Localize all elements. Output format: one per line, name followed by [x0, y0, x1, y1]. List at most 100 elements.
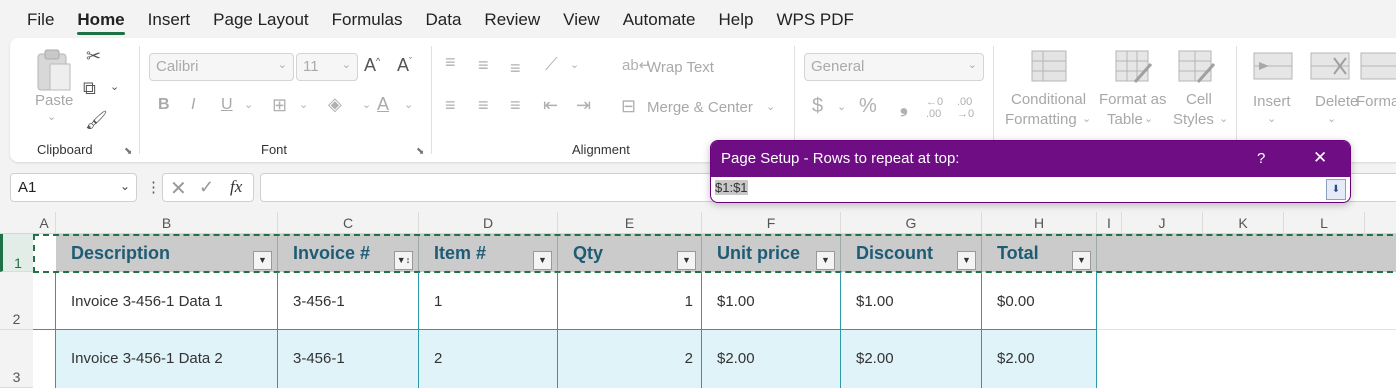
table-cell[interactable]: $2.00: [982, 330, 1097, 388]
table-cell[interactable]: 3-456-1: [278, 330, 419, 388]
column-header-i[interactable]: I: [1097, 212, 1122, 234]
format-cells-button[interactable]: Forma: [1356, 93, 1396, 110]
menu-page-layout[interactable]: Page Layout: [213, 0, 308, 38]
table-cell[interactable]: $0.00: [982, 272, 1097, 330]
column-header-f[interactable]: F: [702, 212, 841, 234]
cell-styles-dropdown-icon[interactable]: ⌄: [1219, 112, 1228, 125]
format-as-table-label-1[interactable]: Format as: [1099, 91, 1167, 108]
row-header-3[interactable]: 3: [0, 330, 33, 388]
orientation-dropdown-icon[interactable]: ⌄: [570, 58, 579, 71]
borders-dropdown-icon[interactable]: ⌄: [299, 98, 308, 111]
format-table-dropdown-icon[interactable]: ⌄: [1144, 112, 1153, 125]
increase-decimal-icon[interactable]: ←0 .00: [926, 96, 952, 120]
clipboard-launcher-icon[interactable]: ⬊: [124, 146, 132, 157]
align-right-icon[interactable]: ≡: [510, 95, 521, 116]
grow-font-icon[interactable]: A^: [364, 55, 380, 76]
merge-center-button[interactable]: Merge & Center: [647, 99, 753, 116]
table-cell[interactable]: $1.00: [702, 272, 841, 330]
decrease-indent-icon[interactable]: ⇤: [543, 95, 558, 116]
format-painter-icon[interactable]: 🖌: [85, 110, 108, 131]
more-options-icon[interactable]: ⋮: [146, 178, 161, 196]
format-as-table-label-2[interactable]: Table: [1107, 111, 1143, 128]
conditional-formatting-label-2[interactable]: Formatting: [1005, 111, 1077, 128]
cut-icon[interactable]: ✂: [86, 46, 101, 67]
menu-help[interactable]: Help: [718, 0, 753, 38]
copy-icon[interactable]: ⧉: [83, 78, 96, 99]
column-header-a[interactable]: A: [33, 212, 56, 234]
percent-icon[interactable]: %: [859, 95, 877, 118]
cell-styles-label-1[interactable]: Cell: [1186, 91, 1212, 108]
font-color-dropdown-icon[interactable]: ⌄: [404, 98, 413, 111]
menu-data[interactable]: Data: [426, 0, 462, 38]
conditional-formatting-icon[interactable]: [1031, 50, 1067, 82]
table-cell[interactable]: $1.00: [841, 272, 982, 330]
align-left-icon[interactable]: ≡: [445, 95, 456, 116]
wrap-text-button[interactable]: Wrap Text: [647, 59, 714, 76]
underline-dropdown-icon[interactable]: ⌄: [244, 98, 253, 111]
cell-styles-label-2[interactable]: Styles: [1173, 111, 1214, 128]
font-color-icon[interactable]: A: [377, 94, 389, 115]
conditional-dropdown-icon[interactable]: ⌄: [1082, 112, 1091, 125]
column-header-e[interactable]: E: [558, 212, 702, 234]
column-header-b[interactable]: B: [56, 212, 278, 234]
number-format-select[interactable]: General ⌄: [804, 53, 984, 81]
rows-to-repeat-input[interactable]: $1:$1: [715, 180, 1325, 200]
column-header-g[interactable]: G: [841, 212, 982, 234]
name-box[interactable]: A1 ⌄: [10, 173, 137, 202]
font-size-select[interactable]: 11 ⌄: [296, 53, 358, 81]
insert-dropdown-icon[interactable]: ⌄: [1267, 112, 1276, 125]
enter-icon[interactable]: ✓: [199, 177, 214, 198]
table-cell[interactable]: $2.00: [702, 330, 841, 388]
paste-label[interactable]: Paste: [35, 92, 73, 109]
table-cell[interactable]: 2: [419, 330, 558, 388]
fill-color-icon[interactable]: ◈: [328, 94, 342, 115]
delete-cells-button[interactable]: Delete: [1315, 93, 1358, 110]
shrink-font-icon[interactable]: Aˇ: [397, 55, 412, 76]
align-bottom-icon[interactable]: ≡: [510, 58, 521, 79]
fill-dropdown-icon[interactable]: ⌄: [362, 98, 371, 111]
align-top-icon[interactable]: ≡: [445, 52, 456, 73]
format-as-table-icon[interactable]: [1115, 50, 1153, 84]
insert-cells-button[interactable]: Insert: [1253, 93, 1291, 110]
delete-dropdown-icon[interactable]: ⌄: [1327, 112, 1336, 125]
currency-icon[interactable]: $: [812, 95, 823, 118]
conditional-formatting-label-1[interactable]: Conditional: [1011, 91, 1086, 108]
font-name-select[interactable]: Calibri ⌄: [149, 53, 294, 81]
align-middle-icon[interactable]: ≡: [478, 55, 489, 76]
font-launcher-icon[interactable]: ⬊: [416, 146, 424, 157]
table-cell[interactable]: Invoice 3-456-1 Data 1: [56, 272, 278, 330]
row-header-2[interactable]: 2: [0, 272, 33, 330]
underline-icon[interactable]: U: [221, 96, 233, 114]
column-header-d[interactable]: D: [419, 212, 558, 234]
column-header-c[interactable]: C: [278, 212, 419, 234]
insert-function-icon[interactable]: fx: [230, 177, 242, 197]
format-cells-icon[interactable]: [1360, 52, 1396, 82]
paste-icon[interactable]: [34, 48, 74, 94]
help-icon[interactable]: ?: [1257, 150, 1265, 167]
borders-icon[interactable]: ⊞: [272, 95, 287, 116]
table-cell[interactable]: Invoice 3-456-1 Data 2: [56, 330, 278, 388]
close-icon[interactable]: ✕: [1313, 148, 1327, 168]
increase-indent-icon[interactable]: ⇥: [576, 95, 591, 116]
menu-insert[interactable]: Insert: [148, 0, 191, 38]
column-header-j[interactable]: J: [1122, 212, 1203, 234]
currency-dropdown-icon[interactable]: ⌄: [837, 100, 846, 113]
menu-formulas[interactable]: Formulas: [332, 0, 403, 38]
insert-cells-icon[interactable]: [1253, 52, 1293, 82]
cancel-icon[interactable]: ✕: [170, 176, 187, 201]
paste-dropdown-icon[interactable]: ⌄: [47, 110, 56, 123]
expand-dialog-icon[interactable]: ⬇: [1326, 179, 1346, 200]
menu-file[interactable]: File: [27, 0, 54, 38]
copy-dropdown-icon[interactable]: ⌄: [110, 80, 119, 93]
menu-automate[interactable]: Automate: [623, 0, 696, 38]
delete-cells-icon[interactable]: [1310, 52, 1350, 82]
table-cell[interactable]: $2.00: [841, 330, 982, 388]
bold-icon[interactable]: B: [158, 96, 170, 114]
column-header-h[interactable]: H: [982, 212, 1097, 234]
comma-style-icon[interactable]: ❟: [900, 95, 908, 118]
orientation-icon[interactable]: ⟋: [545, 54, 558, 75]
table-cell[interactable]: 2: [558, 330, 702, 388]
menu-home[interactable]: Home: [77, 0, 125, 38]
menu-review[interactable]: Review: [484, 0, 540, 38]
merge-dropdown-icon[interactable]: ⌄: [766, 100, 775, 113]
